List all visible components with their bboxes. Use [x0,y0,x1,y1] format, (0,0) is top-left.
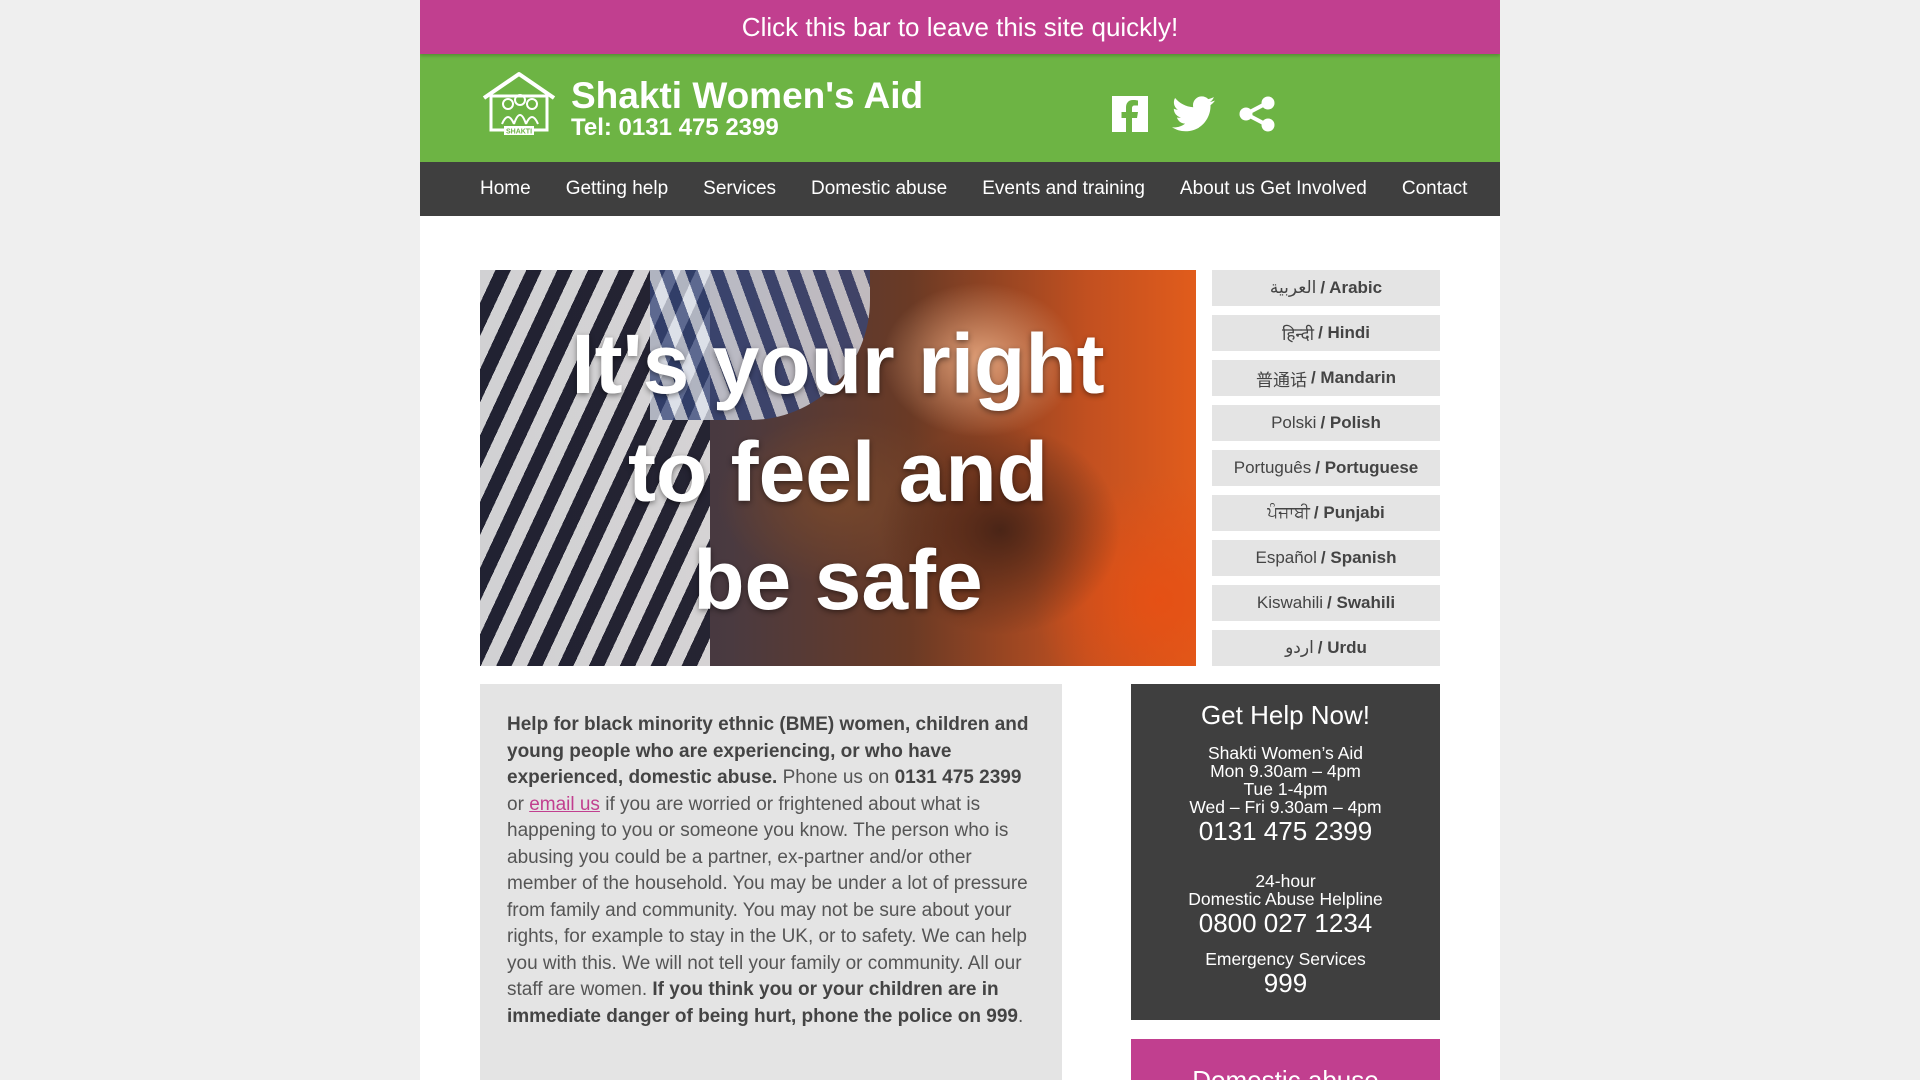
page: Click this bar to leave this site quickl… [420,0,1500,1080]
help-phone[interactable]: 0131 475 2399 [1131,816,1440,846]
get-help-now-box: Get Help Now! Shakti Women’s Aid Mon 9.3… [1131,684,1440,1020]
twitter-icon[interactable] [1172,96,1216,137]
hero-headline: It's your right to feel and be safe [480,310,1196,634]
facebook-icon[interactable] [1112,96,1148,137]
nav-item-domestic-abuse[interactable]: Domestic abuse [811,178,947,200]
language-english: / Spanish [1320,548,1397,567]
language-native: Español [1255,548,1317,567]
intro-body: if you are worried or frightened about w… [507,793,1028,1001]
hero-line-2: to feel and [627,425,1049,519]
site-title[interactable]: Shakti Women's Aid [571,76,923,116]
help-hours-wed-fri: Wed – Fri 9.30am – 4pm [1189,797,1382,817]
house-logo-icon: SHAKTI [482,72,556,136]
language-english: / Swahili [1327,593,1396,612]
nav-item-events-training[interactable]: Events and training [982,178,1145,200]
language-english: / Portuguese [1315,458,1419,477]
nav-item-contact[interactable]: Contact [1402,178,1467,200]
help-hours-mon: Mon 9.30am – 4pm [1210,761,1361,781]
intro-phone-prefix: Phone us on [777,767,895,788]
hero-banner: It's your right to feel and be safe [480,270,1196,666]
language-native: العربية [1269,278,1317,297]
hero-line-3: be safe [693,533,983,627]
language-button-mandarin[interactable]: 普通话 / Mandarin [1212,360,1440,396]
language-english: / Polish [1320,413,1381,432]
language-button-portuguese[interactable]: Português / Portuguese [1212,450,1440,486]
language-native: हिन्दी [1281,324,1315,344]
language-button-spanish[interactable]: Español / Spanish [1212,540,1440,576]
language-list: العربية / Arabic हिन्दी / Hindi 普通话 / Manda… [1212,270,1440,675]
intro-phone: 0131 475 2399 [894,767,1022,788]
language-native: Português [1233,458,1312,477]
help-org: Shakti Women’s Aid [1208,743,1363,763]
language-english: / Hindi [1318,323,1371,342]
language-button-arabic[interactable]: العربية / Arabic [1212,270,1440,306]
intro-end: . [1017,1005,1024,1027]
logo-text: SHAKTI [506,129,532,136]
nav-item-services[interactable]: Services [703,178,776,200]
language-native: ਪੰਜਾਬੀ [1267,503,1310,522]
main-nav: Home Getting help Services Domestic abus… [420,162,1500,216]
emergency-label: Emergency Services [1205,949,1366,969]
language-native: Polski [1271,413,1317,432]
language-button-hindi[interactable]: हिन्दी / Hindi [1212,315,1440,351]
language-button-urdu[interactable]: اردو / Urdu [1212,630,1440,666]
language-native: 普通话 [1255,370,1307,390]
nav-item-getting-help[interactable]: Getting help [566,178,668,200]
language-english: / Urdu [1317,638,1367,657]
nav-item-home[interactable]: Home [480,178,531,200]
language-native: Kiswahili [1256,593,1324,612]
intro-text-panel: Help for black minority ethnic (BME) wom… [480,684,1062,1080]
helpline-phone[interactable]: 0800 027 1234 [1131,908,1440,938]
language-button-swahili[interactable]: Kiswahili / Swahili [1212,585,1440,621]
quick-exit-bar[interactable]: Click this bar to leave this site quickl… [420,0,1500,54]
domestic-abuse-box[interactable]: Domestic abuse [1131,1039,1440,1080]
site-header: SHAKTI Shakti Women's Aid Tel: 0131 475 … [420,54,1500,162]
language-english: / Arabic [1320,278,1383,297]
help-title: Get Help Now! [1200,700,1371,730]
intro-or: or [507,793,530,815]
nav-item-about-get-involved[interactable]: About us Get Involved [1180,178,1367,200]
language-native: اردو [1285,638,1314,657]
domestic-abuse-box-title: Domestic abuse [1192,1065,1379,1080]
hero-line-1: It's your right [571,317,1105,411]
shakti-logo[interactable]: SHAKTI [480,70,558,138]
email-us-link[interactable]: email us [529,794,600,815]
language-button-polish[interactable]: Polski / Polish [1212,405,1440,441]
emergency-number[interactable]: 999 [1131,968,1440,998]
language-button-punjabi[interactable]: ਪੰਜਾਬੀ / Punjabi [1212,495,1440,531]
helpline-label-2: Domestic Abuse Helpline [1188,889,1383,909]
language-english: / Punjabi [1313,503,1385,522]
share-icon[interactable] [1238,96,1276,137]
help-hours-tue: Tue 1-4pm [1243,779,1328,799]
helpline-label-1: 24-hour [1255,871,1316,891]
header-telephone: Tel: 0131 475 2399 [571,114,779,141]
quick-exit-label: Click this bar to leave this site quickl… [741,11,1179,42]
language-english: / Mandarin [1310,368,1396,387]
